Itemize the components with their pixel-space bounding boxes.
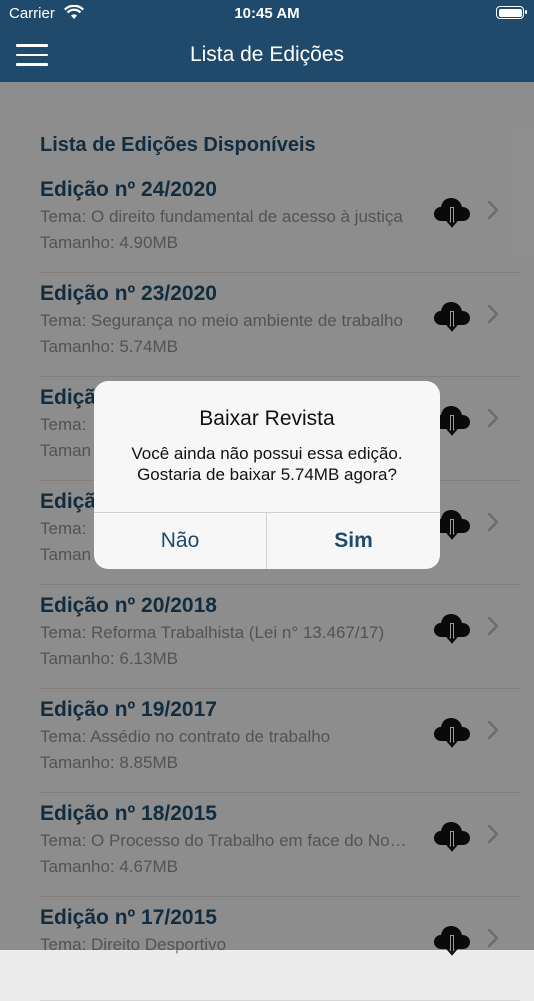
nav-bar: Lista de Edições bbox=[0, 28, 534, 82]
status-bar: Carrier 10:45 AM bbox=[0, 0, 534, 28]
dialog-message: Você ainda não possui essa edição. Gosta… bbox=[94, 443, 440, 485]
page-title: Lista de Edições bbox=[189, 43, 345, 66]
battery-icon bbox=[496, 6, 527, 19]
dialog-message-line1: Você ainda não possui essa edição. bbox=[131, 444, 403, 463]
no-button[interactable]: Não bbox=[94, 512, 266, 569]
clock: 10:45 AM bbox=[234, 5, 300, 22]
download-dialog: Baixar Revista Você ainda não possui ess… bbox=[94, 381, 440, 569]
dialog-message-line2: Gostaria de baixar 5.74MB agora? bbox=[137, 465, 397, 484]
yes-button[interactable]: Sim bbox=[267, 512, 440, 569]
dialog-title: Baixar Revista bbox=[199, 407, 335, 430]
